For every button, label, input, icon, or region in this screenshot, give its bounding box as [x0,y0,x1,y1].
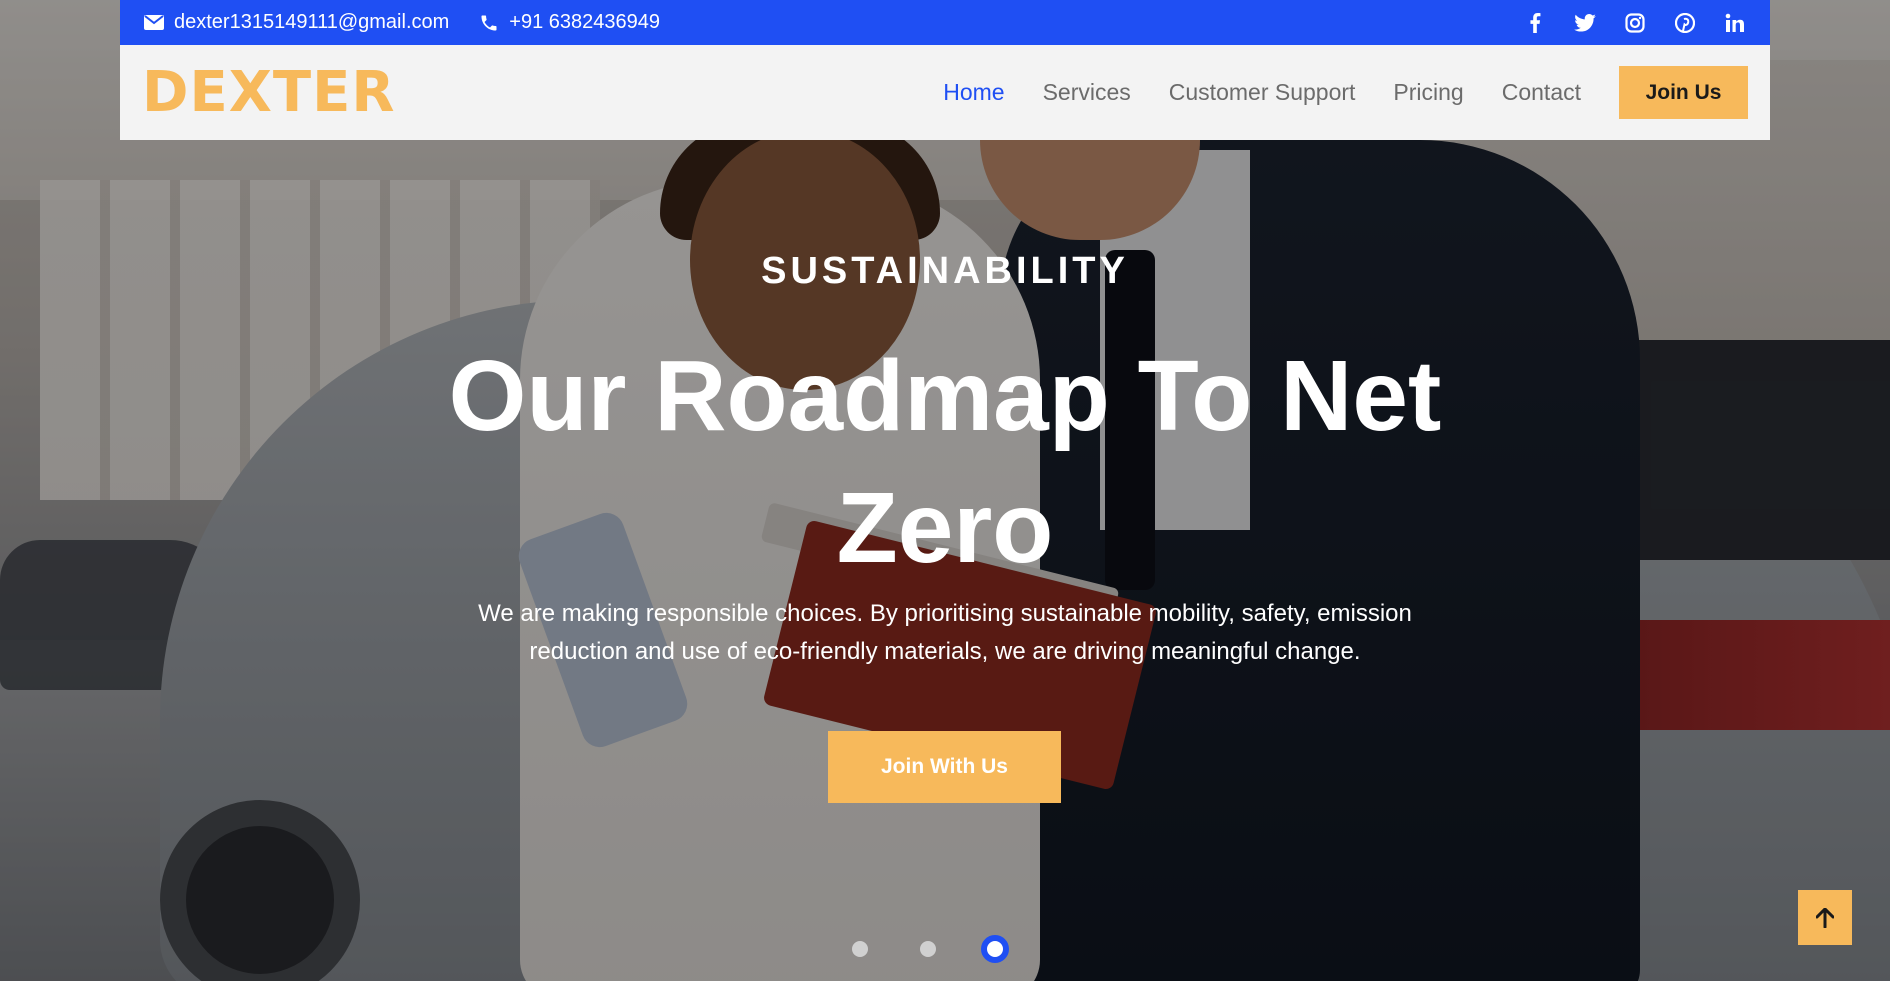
carousel-indicators [0,935,1890,963]
arrow-up-icon [1816,907,1834,928]
join-with-us-button[interactable]: Join With Us [828,731,1061,803]
carousel-dot-1[interactable] [852,941,868,957]
hero-headline: Our Roadmap To Net Zero [445,330,1445,594]
hero-eyebrow: SUSTAINABILITY [761,250,1129,292]
hero-description-line-2: reduction and use of eco-friendly materi… [529,638,1361,665]
back-to-top-button[interactable] [1798,890,1852,945]
hero-content: SUSTAINABILITY Our Roadmap To Net Zero W… [0,0,1890,981]
hero-headline-line-2: Zero [836,472,1054,584]
carousel-dot-2[interactable] [920,941,936,957]
hero-headline-line-1: Our Roadmap To Net [448,340,1442,452]
carousel-dot-3[interactable] [981,935,1009,963]
hero-description: We are making responsible choices. By pr… [440,595,1450,671]
hero-description-line-1: We are making responsible choices. By pr… [478,600,1412,627]
